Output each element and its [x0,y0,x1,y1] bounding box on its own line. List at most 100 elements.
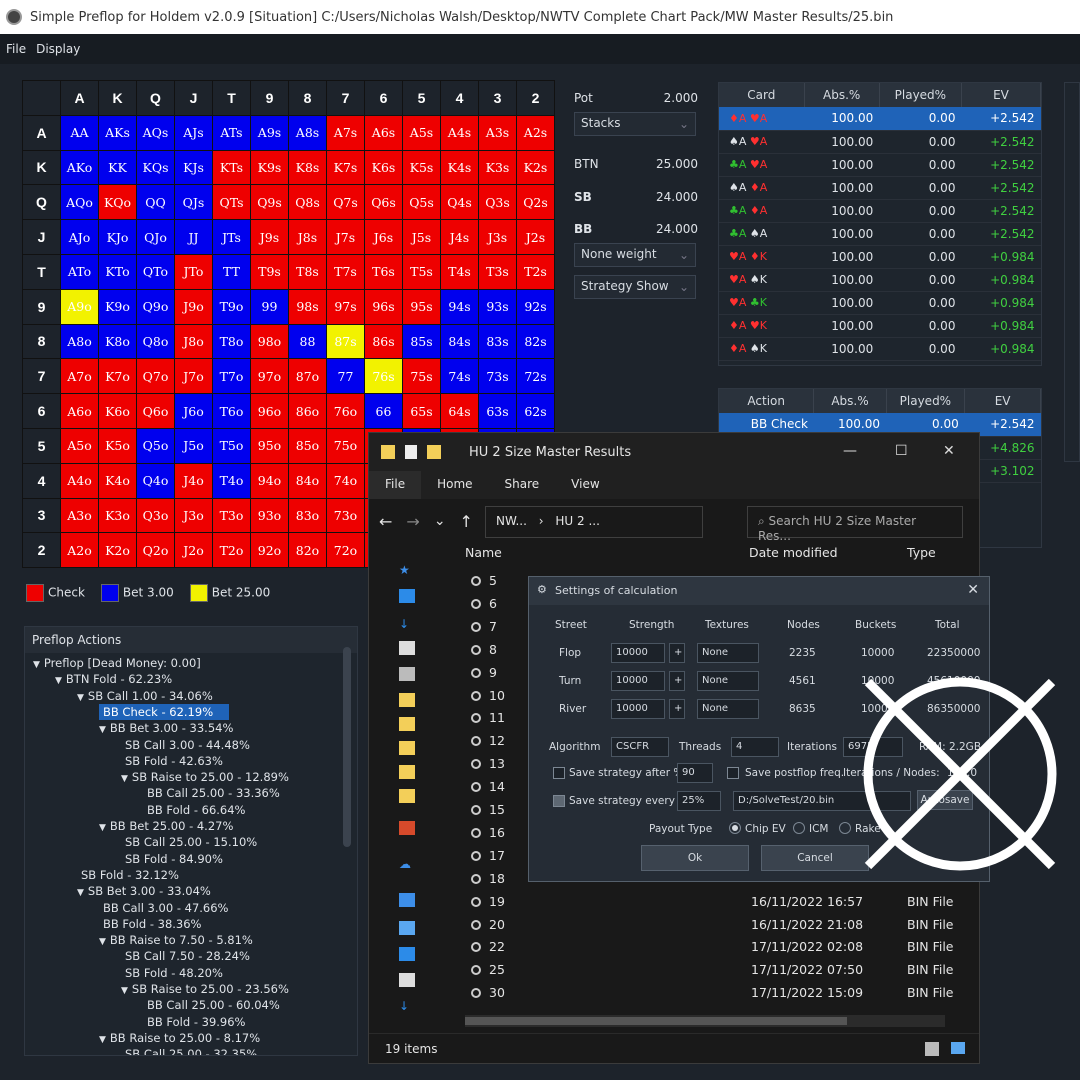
hand-cell[interactable]: TT [212,253,251,290]
tree-node[interactable]: BB Check - 62.19% [99,703,230,720]
close-icon[interactable]: ✕ [967,582,979,598]
tree-node[interactable]: BB Call 25.00 - 33.36% [143,785,280,801]
hand-cell[interactable]: K4o [98,462,137,499]
card-row[interactable]: ♥A ♠K 100.00 0.00 +0.984 [719,268,1041,292]
expand-icon[interactable]: ▼ [99,1035,106,1045]
card-row[interactable]: ♣A ♠A 100.00 0.00 +2.542 [719,222,1041,246]
expand-icon[interactable]: ▼ [121,986,128,996]
search-input[interactable]: ⌕ Search HU 2 Size Master Res... [747,506,963,543]
hand-cell[interactable]: J4o [174,462,213,499]
hand-cell[interactable]: T3o [212,497,251,534]
hand-cell[interactable]: Q9o [136,288,175,325]
hand-cell[interactable]: KQo [98,184,137,221]
tree-node[interactable]: ▼ Preflop [Dead Money: 0.00] [33,655,201,671]
expand-icon[interactable]: ▼ [121,774,128,784]
picture-icon[interactable] [399,667,415,681]
card-row[interactable]: ♦A ♥A 100.00 0.00 +2.542 [719,107,1041,131]
col-header[interactable]: EV [961,83,1042,107]
hand-cell[interactable]: K9o [98,288,137,325]
threads-spinner[interactable]: 4 [731,737,779,757]
hand-cell[interactable]: KJo [98,219,137,255]
hand-cell[interactable]: 97o [250,358,289,395]
file-row[interactable]: 20 16/11/2022 21:08 BIN File [459,917,979,939]
hand-cell[interactable]: K8o [98,323,137,360]
hand-cell[interactable]: 85o [288,427,327,464]
hand-cell[interactable]: AKs [98,114,137,151]
menu-display[interactable]: Display [36,42,80,56]
strategy-dropdown[interactable]: Strategy Show ⌄ [574,275,696,299]
office-icon[interactable] [399,821,415,835]
file-row[interactable]: 22 17/11/2022 02:08 BIN File [459,939,979,961]
hand-cell[interactable]: A7o [60,358,99,395]
hand-cell[interactable]: J7o [174,358,213,395]
hand-cell[interactable]: 93s [478,288,517,325]
hand-cell[interactable]: 84o [288,462,327,499]
col-header[interactable]: Card [719,83,805,107]
dropdown-chevron-icon[interactable]: ⌄ [434,513,446,529]
maximize-icon[interactable]: ☐ [895,443,908,459]
payout-radio[interactable] [793,822,805,834]
tab-home[interactable]: Home [421,471,488,499]
hand-cell[interactable]: T6o [212,393,251,429]
stacks-dropdown[interactable]: Stacks ⌄ [574,112,696,136]
tree-node[interactable]: ▼ BB Raise to 25.00 - 8.17% [99,1030,260,1046]
hand-cell[interactable]: K6o [98,393,137,429]
strength-input[interactable]: 10000 [611,699,665,719]
hand-cell[interactable]: QJs [174,184,213,221]
hand-cell[interactable]: QTs [212,184,251,221]
hand-cell[interactable]: 96s [364,288,403,325]
hand-cell[interactable]: 74o [326,462,365,499]
folder-icon[interactable] [399,693,415,707]
tree-node[interactable]: ▼ SB Bet 3.00 - 33.04% [77,883,211,899]
col-header[interactable]: EV [964,389,1041,413]
hand-cell[interactable]: 83s [478,323,517,360]
expand-icon[interactable]: ▼ [77,888,84,898]
hand-cell[interactable]: 92s [516,288,555,325]
hand-cell[interactable]: A8s [288,114,327,151]
tab-view[interactable]: View [555,471,615,499]
hand-cell[interactable]: Q9s [250,184,289,221]
up-arrow-icon[interactable]: ↑ [460,512,473,531]
hand-cell[interactable]: Q5o [136,427,175,464]
hand-cell[interactable]: 96o [250,393,289,429]
hand-cell[interactable]: Q2o [136,532,175,569]
card-row[interactable]: ♦A ♥K 100.00 0.00 +0.984 [719,314,1041,338]
hand-cell[interactable]: A5o [60,427,99,464]
hand-cell[interactable]: A5s [402,114,441,151]
hand-cell[interactable]: K4s [440,149,479,186]
hand-cell[interactable]: 73o [326,497,365,534]
hand-cell[interactable]: 63s [478,393,517,429]
hand-cell[interactable]: 87o [288,358,327,395]
hand-cell[interactable]: Q3o [136,497,175,534]
hand-cell[interactable]: T8s [288,253,327,290]
new-folder-icon[interactable] [427,445,441,459]
hand-cell[interactable]: T9o [212,288,251,325]
folder-icon[interactable] [399,789,415,803]
hand-cell[interactable]: K7s [326,149,365,186]
tree-node[interactable]: SB Call 3.00 - 44.48% [121,737,250,753]
scrollbar-thumb[interactable] [465,1017,847,1025]
hand-cell[interactable]: AA [60,114,99,151]
hand-cell[interactable]: 93o [250,497,289,534]
cancel-button[interactable]: Cancel [761,845,869,871]
desktop-icon[interactable] [399,947,415,961]
col-header[interactable]: Abs.% [813,389,887,413]
hand-cell[interactable]: AQo [60,184,99,221]
hand-cell[interactable]: J9o [174,288,213,325]
hand-cell[interactable]: JTs [212,219,251,255]
tree-node[interactable]: SB Fold - 84.90% [121,851,223,867]
hand-cell[interactable]: A3s [478,114,517,151]
hand-cell[interactable]: J3o [174,497,213,534]
tree-node[interactable]: SB Fold - 48.20% [121,965,223,981]
save-postflop-checkbox[interactable] [727,767,739,779]
tree-node[interactable]: ▼ BB Raise to 7.50 - 5.81% [99,932,253,948]
hand-cell[interactable]: 84s [440,323,479,360]
hand-cell[interactable]: Q8s [288,184,327,221]
hand-cell[interactable]: T4o [212,462,251,499]
minimize-icon[interactable]: — [843,443,857,459]
hand-cell[interactable]: 76o [326,393,365,429]
hand-cell[interactable]: KTs [212,149,251,186]
hand-cell[interactable]: 86s [364,323,403,360]
tree-node[interactable]: BB Fold - 39.96% [143,1014,245,1030]
close-circle-icon[interactable] [858,672,1062,876]
